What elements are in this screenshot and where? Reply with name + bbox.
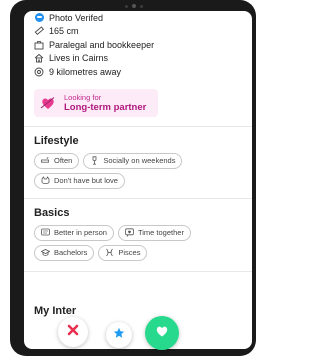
chip-text: Pisces (118, 248, 141, 257)
detail-text: Photo Verifed (49, 12, 104, 23)
heart-icon (155, 324, 169, 343)
basics-chips: Better in person Time together Bachelors… (24, 224, 252, 261)
chip-zodiac: Pisces (98, 244, 148, 261)
detail-row-distance: 9 kilometres away (34, 65, 242, 79)
graduation-cap-icon (41, 248, 50, 257)
chip-text: Don't have but love (54, 176, 118, 185)
section-divider (24, 270, 252, 272)
verified-badge-icon (34, 13, 44, 23)
chip-text: Better in person (54, 228, 107, 237)
detail-text: 165 cm (49, 26, 79, 37)
chip-communication: Better in person (34, 224, 114, 241)
detail-text: 9 kilometres away (49, 66, 122, 77)
nope-button[interactable] (58, 317, 88, 347)
detail-row-verified: Photo Verifed (34, 11, 242, 25)
like-button[interactable] (145, 316, 179, 350)
love-language-icon (125, 228, 134, 237)
chip-text: Bachelors (54, 248, 88, 257)
zodiac-icon (105, 248, 114, 257)
chip-text: Time together (137, 228, 184, 237)
detail-row-height: 165 cm (34, 25, 242, 39)
chip-drinking: Socially on weekends (83, 152, 183, 169)
home-icon (34, 53, 44, 63)
chip-text: Often (54, 156, 73, 165)
chip-pets: Don't have but love (34, 172, 125, 189)
close-icon (67, 323, 79, 341)
basics-title: Basics (34, 206, 70, 219)
drink-icon (90, 156, 99, 165)
profile-details: Photo Verifed 165 cm Paralegal and bookk… (24, 11, 252, 79)
chip-text: Socially on weekends (103, 156, 176, 165)
detail-text: Paralegal and bookkeeper (49, 39, 155, 50)
heart-arrow-icon (40, 95, 56, 111)
interests-title: My Inter (34, 305, 77, 317)
detail-text: Lives in Cairns (49, 53, 109, 64)
location-pin-icon (34, 67, 44, 77)
chip-education: Bachelors (34, 244, 95, 261)
lifestyle-title: Lifestyle (34, 134, 79, 147)
chip-smoking: Often (34, 152, 80, 169)
chip-love-language: Time together (117, 224, 191, 241)
smoking-icon (41, 156, 50, 165)
super-like-button[interactable] (106, 322, 132, 348)
detail-row-home: Lives in Cairns (34, 52, 242, 66)
star-icon (113, 326, 125, 344)
detail-row-job: Paralegal and bookkeeper (34, 38, 242, 52)
front-camera (122, 4, 146, 8)
briefcase-icon (34, 40, 44, 50)
looking-for-label: Looking for (64, 92, 102, 102)
profile-screen[interactable]: Photo Verifed 165 cm Paralegal and bookk… (24, 11, 252, 349)
ruler-icon (34, 26, 44, 36)
looking-for-value: Long-term partner (64, 101, 147, 113)
communication-icon (41, 228, 50, 237)
lifestyle-chips: Often Socially on weekends Don't have bu… (24, 152, 252, 189)
looking-for-card: Looking for Long-term partner (34, 88, 158, 117)
pet-icon (41, 176, 50, 185)
